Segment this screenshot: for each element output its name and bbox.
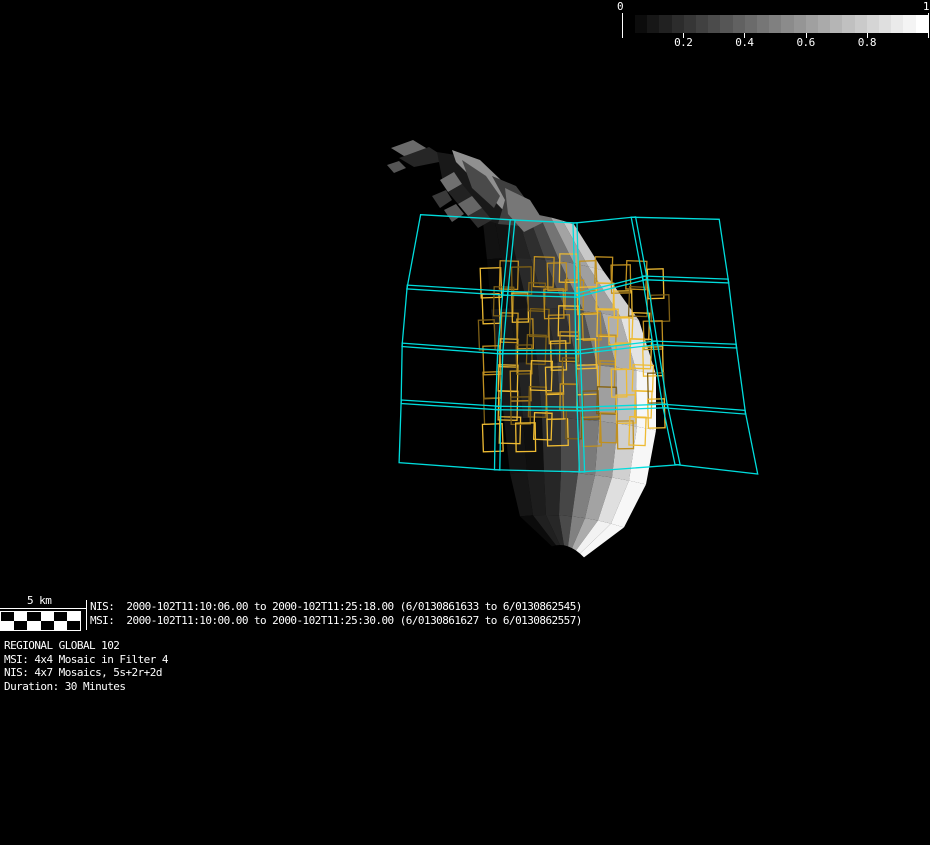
colorbar-step [672, 15, 684, 33]
colorbar-step [842, 15, 854, 33]
msi-footprint [399, 400, 501, 470]
colorbar-step [684, 15, 696, 33]
viewport: 0 1 0.2 0.4 0.6 0.8 5 km NIS: 2000-102T11:1… [0, 0, 930, 845]
colorbar-step [867, 15, 879, 33]
colorbar-tick-label: 0.6 [796, 36, 814, 49]
scale-bar: 5 km [0, 593, 100, 633]
scale-end-tick [86, 600, 87, 630]
checker-cell [54, 621, 67, 630]
asteroid-facet [577, 363, 599, 421]
nis-info: NIS: 4x7 Mosaics, 5s+2r+2d [4, 666, 168, 680]
colorbar-step [733, 15, 745, 33]
colorbar-step [916, 15, 928, 33]
colorbar-step [745, 15, 757, 33]
asteroid-facet [544, 472, 561, 515]
checker-cell [14, 612, 27, 621]
checker-cell [14, 621, 27, 630]
sequence-title: REGIONAL GLOBAL 102 [4, 639, 168, 653]
colorbar: 0 1 0.2 0.4 0.6 0.8 [612, 0, 930, 54]
checker-cell [1, 621, 14, 630]
colorbar-step [647, 15, 659, 33]
scale-label: 5 km [27, 594, 51, 607]
colorbar-step [891, 15, 903, 33]
colorbar-step [830, 15, 842, 33]
colorbar-gradient [635, 15, 928, 33]
checker-cell [41, 612, 54, 621]
colorbar-step [855, 15, 867, 33]
colorbar-step [818, 15, 830, 33]
colorbar-max-label: 1 [923, 0, 929, 13]
colorbar-step [708, 15, 720, 33]
instrument-time-ranges: NIS: 2000-102T11:10:06.00 to 2000-102T11… [90, 600, 582, 627]
colorbar-step [757, 15, 769, 33]
colorbar-tick-label: 0.8 [858, 36, 876, 49]
checker-cell [27, 621, 40, 630]
colorbar-step [659, 15, 671, 33]
colorbar-step [806, 15, 818, 33]
colorbar-step [781, 15, 793, 33]
colorbar-min-label: 0 [617, 0, 623, 13]
colorbar-tick-label: 0.2 [674, 36, 692, 49]
scene-3d-view [0, 0, 930, 845]
msi-footprint [662, 404, 757, 474]
colorbar-step [769, 15, 781, 33]
colorbar-tick-label: 0.4 [735, 36, 753, 49]
scale-checker [0, 611, 81, 631]
msi-info: MSI: 4x4 Mosaic in Filter 4 [4, 653, 168, 667]
scale-underline [0, 608, 86, 609]
nis-time-range: NIS: 2000-102T11:10:06.00 to 2000-102T11… [90, 600, 582, 614]
checker-cell [67, 612, 80, 621]
checker-cell [54, 612, 67, 621]
colorbar-step [720, 15, 732, 33]
msi-footprint [652, 341, 745, 414]
checker-cell [1, 612, 14, 621]
colorbar-max-tick [928, 13, 929, 38]
checker-cell [67, 621, 80, 630]
colorbar-step [879, 15, 891, 33]
colorbar-step [635, 15, 647, 33]
msi-time-range: MSI: 2000-102T11:10:00.00 to 2000-102T11… [90, 614, 582, 628]
colorbar-step [794, 15, 806, 33]
checker-cell [41, 621, 54, 630]
sequence-info: REGIONAL GLOBAL 102 MSI: 4x4 Mosaic in F… [4, 639, 168, 693]
colorbar-step [903, 15, 915, 33]
checker-cell [27, 612, 40, 621]
colorbar-min-tick [622, 13, 623, 38]
duration-info: Duration: 30 Minutes [4, 680, 168, 694]
asteroid-arm-facet [387, 161, 406, 173]
colorbar-step [696, 15, 708, 33]
